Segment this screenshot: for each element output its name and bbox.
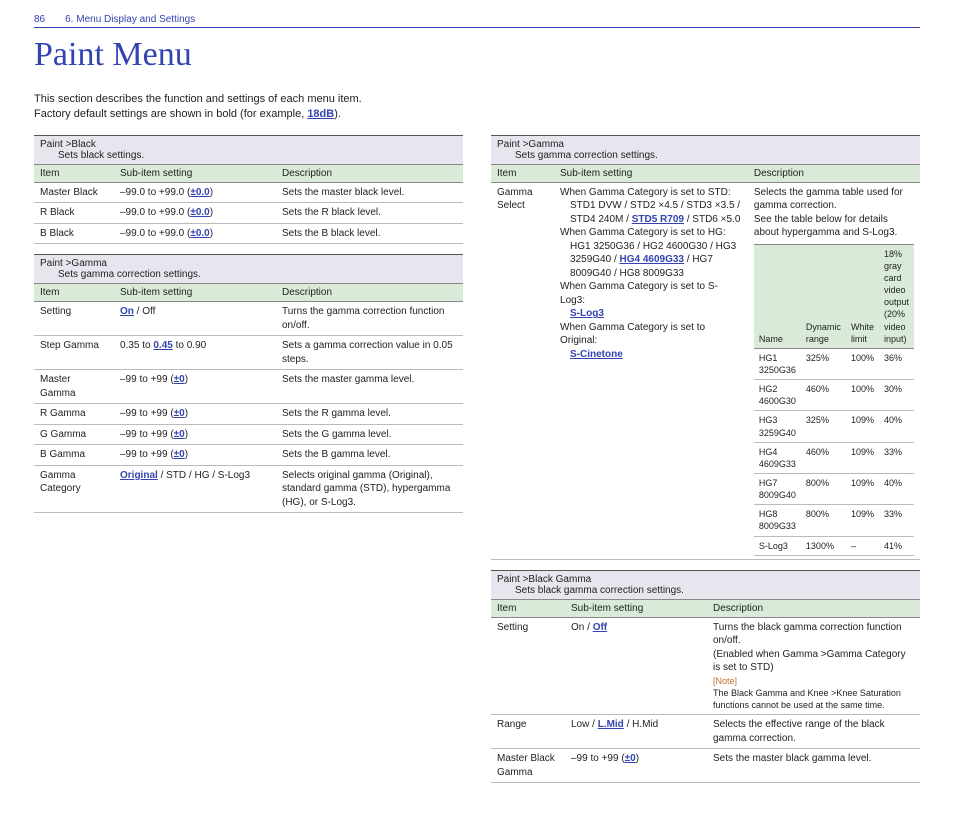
table-row: S-Log31300%–41% [754, 536, 914, 555]
section-black-gamma: Paint >Black Gamma Sets black gamma corr… [491, 570, 920, 783]
left-column: Paint >Black Sets black settings. ItemSu… [34, 135, 463, 793]
page-header: 86 6. Menu Display and Settings [34, 14, 920, 28]
hypergamma-table: NameDynamic rangeWhite limit18% gray car… [754, 244, 914, 556]
page-number: 86 [34, 14, 45, 25]
section-title: Paint >Black Sets black settings. [34, 135, 463, 164]
intro-text: This section describes the function and … [34, 92, 920, 123]
table-row: Master Black Gamma–99 to +99 (±0)Sets th… [491, 749, 920, 783]
gamma-table-left: ItemSub-item settingDescription SettingO… [34, 283, 463, 513]
black-table: ItemSub-item settingDescription Master B… [34, 164, 463, 245]
table-row: B Black–99.0 to +99.0 (±0.0)Sets the B b… [34, 223, 463, 244]
table-row: Gamma CategoryOriginal / STD / HG / S-Lo… [34, 465, 463, 513]
table-row: Setting On / Off Turns the black gamma c… [491, 617, 920, 714]
intro-line-1: This section describes the function and … [34, 92, 920, 107]
table-row: R Gamma–99 to +99 (±0)Sets the R gamma l… [34, 404, 463, 425]
default-example[interactable]: 18dB [307, 108, 334, 120]
table-row: RangeLow / L.Mid / H.MidSelects the effe… [491, 715, 920, 749]
section-gamma-right: Paint >Gamma Sets gamma correction setti… [491, 135, 920, 560]
table-row: HG2 4600G30460%100%30% [754, 380, 914, 411]
table-row: HG3 3259G40325%109%40% [754, 411, 914, 442]
gamma-table-right: ItemSub-item settingDescription Gamma Se… [491, 164, 920, 560]
table-row: Master Black–99.0 to +99.0 (±0.0)Sets th… [34, 182, 463, 203]
gamma-select-desc: Selects the gamma table used for gamma c… [748, 182, 920, 559]
section-title: Paint >Gamma Sets gamma correction setti… [491, 135, 920, 164]
table-row: R Black–99.0 to +99.0 (±0.0)Sets the R b… [34, 203, 463, 224]
table-row: HG1 3250G36325%100%36% [754, 348, 914, 379]
table-row: G Gamma–99 to +99 (±0)Sets the G gamma l… [34, 424, 463, 445]
note-text: The Black Gamma and Knee >Knee Saturatio… [713, 687, 914, 711]
intro-line-2: Factory default settings are shown in bo… [34, 107, 920, 122]
columns: Paint >Black Sets black settings. ItemSu… [34, 135, 920, 793]
page-title: Paint Menu [34, 36, 920, 74]
table-row-gamma-select: Gamma Select When Gamma Category is set … [491, 182, 920, 559]
table-row: HG4 4609G33460%109%33% [754, 442, 914, 473]
page: 86 6. Menu Display and Settings Paint Me… [0, 0, 954, 821]
table-row: HG8 8009G33800%109%33% [754, 505, 914, 536]
table-row: HG7 8009G40800%109%40% [754, 474, 914, 505]
section-title: Paint >Black Gamma Sets black gamma corr… [491, 570, 920, 599]
note-label: [Note] [713, 675, 914, 687]
gamma-select-options: When Gamma Category is set to STD: STD1 … [554, 182, 748, 559]
table-row: B Gamma–99 to +99 (±0)Sets the B gamma l… [34, 445, 463, 466]
section-gamma-left: Paint >Gamma Sets gamma correction setti… [34, 254, 463, 513]
section-title: Paint >Gamma Sets gamma correction setti… [34, 254, 463, 283]
right-column: Paint >Gamma Sets gamma correction setti… [491, 135, 920, 793]
breadcrumb: 6. Menu Display and Settings [65, 14, 195, 25]
table-row: Master Gamma–99 to +99 (±0)Sets the mast… [34, 370, 463, 404]
section-black: Paint >Black Sets black settings. ItemSu… [34, 135, 463, 245]
black-gamma-table: ItemSub-item settingDescription Setting … [491, 599, 920, 783]
table-row: SettingOn / OffTurns the gamma correctio… [34, 302, 463, 336]
table-row: Step Gamma0.35 to 0.45 to 0.90Sets a gam… [34, 336, 463, 370]
